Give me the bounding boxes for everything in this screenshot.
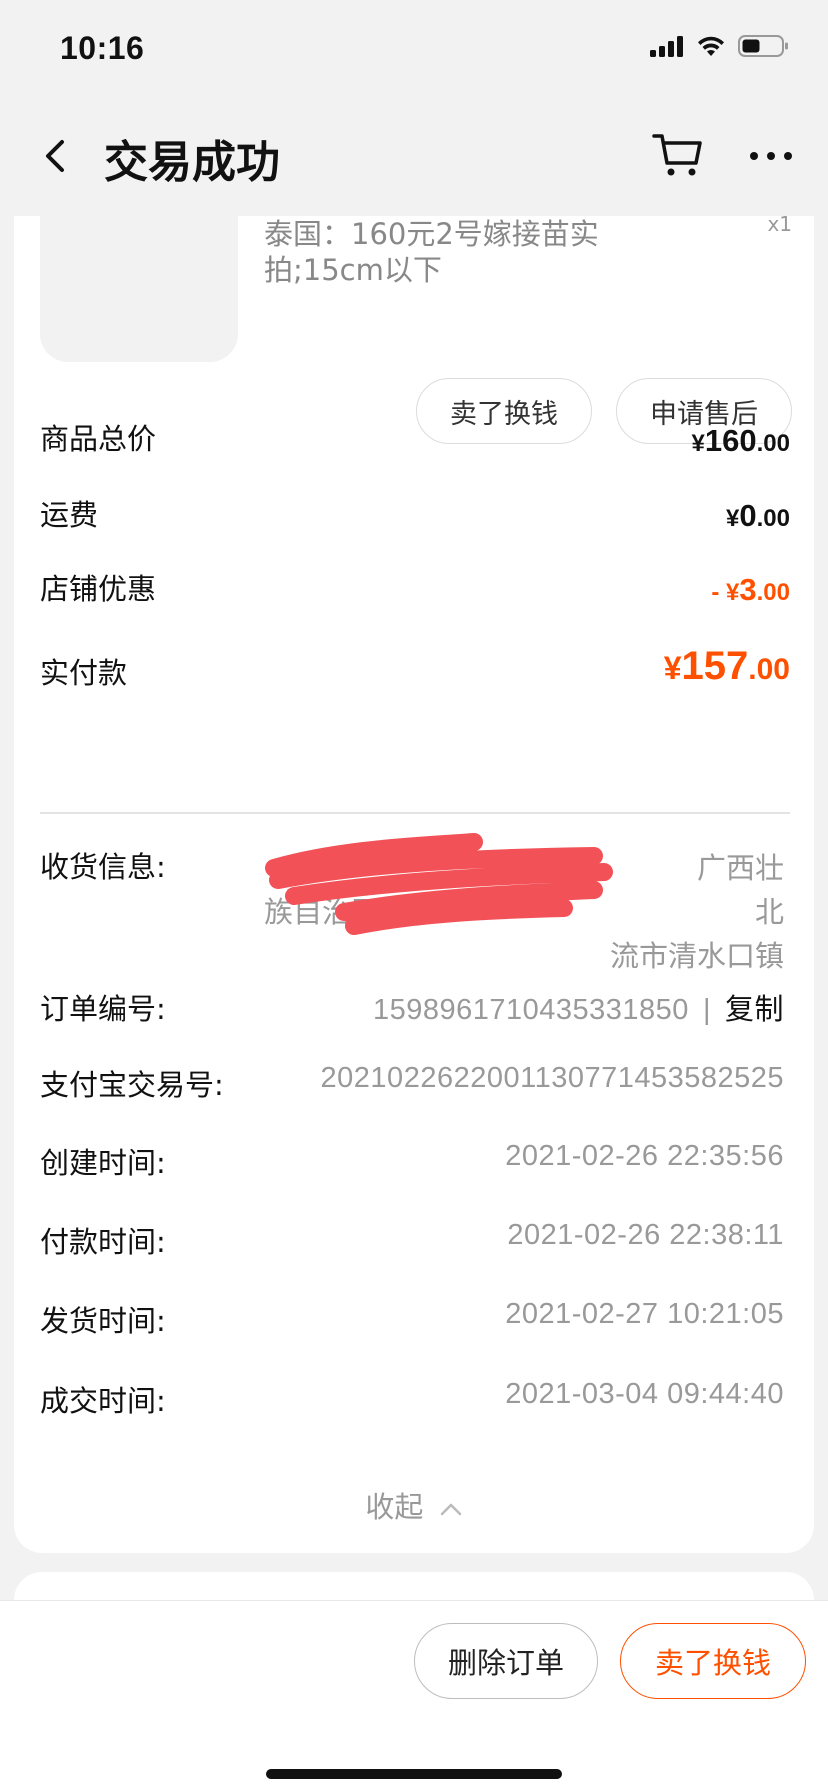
store-discount-value: - ¥3.00 bbox=[711, 572, 790, 607]
status-icons bbox=[650, 34, 790, 58]
created-time-value: 2021-02-26 22:35:56 bbox=[505, 1140, 784, 1172]
delete-order-button[interactable]: 删除订单 bbox=[414, 1623, 598, 1699]
shipping-info-label: 收货信息: bbox=[40, 850, 166, 884]
address-line-3: 流市清水口镇 bbox=[609, 939, 784, 973]
product-quantity: x1 bbox=[767, 212, 792, 236]
alipay-number-label: 支付宝交易号: bbox=[40, 1068, 224, 1102]
battery-icon bbox=[738, 35, 788, 57]
more-options-icon[interactable] bbox=[746, 136, 796, 176]
page-title: 交易成功 bbox=[104, 137, 280, 188]
shipping-fee-label: 运费 bbox=[40, 498, 99, 532]
divider bbox=[40, 812, 790, 814]
cellular-signal-icon bbox=[650, 36, 683, 57]
product-thumbnail[interactable] bbox=[40, 216, 238, 362]
total-price-value: ¥160.00 bbox=[691, 423, 790, 458]
shopping-cart-icon[interactable] bbox=[650, 130, 708, 180]
product-description[interactable]: 泰国：160元2号嫁接苗实拍;15cm以下 bbox=[264, 216, 664, 288]
completed-time-value: 2021-03-04 09:44:40 bbox=[505, 1378, 784, 1410]
paid-time-label: 付款时间: bbox=[40, 1225, 166, 1259]
collapse-toggle[interactable]: 收起 bbox=[14, 1484, 814, 1526]
home-indicator bbox=[266, 1769, 562, 1779]
created-time-label: 创建时间: bbox=[40, 1146, 166, 1180]
amount-paid-value: ¥157.00 bbox=[663, 644, 790, 688]
completed-time-label: 成交时间: bbox=[40, 1384, 166, 1418]
order-number-row: 1598961710435331850 | 复制 bbox=[373, 986, 784, 1028]
copy-separator: | bbox=[702, 994, 711, 1026]
order-number-value: 1598961710435331850 bbox=[372, 994, 689, 1026]
shipped-time-label: 发货时间: bbox=[40, 1304, 166, 1338]
total-price-label: 商品总价 bbox=[40, 422, 157, 456]
back-arrow-icon[interactable] bbox=[36, 134, 76, 178]
order-number-label: 订单编号: bbox=[40, 992, 166, 1026]
alipay-number-value: 2021022622001130771453582525 bbox=[320, 1062, 784, 1094]
collapse-label: 收起 bbox=[365, 1490, 424, 1524]
bottom-action-bar: 删除订单 卖了换钱 bbox=[0, 1600, 828, 1792]
status-time: 10:16 bbox=[60, 30, 145, 66]
paid-time-value: 2021-02-26 22:38:11 bbox=[507, 1219, 784, 1251]
wifi-icon bbox=[698, 36, 724, 56]
shipping-fee-value: ¥0.00 bbox=[726, 498, 790, 533]
order-detail-card: 泰国：160元2号嫁接苗实拍;15cm以下 x1 卖了换钱 申请售后 商品总价 … bbox=[14, 212, 814, 1553]
chevron-up-icon bbox=[440, 1503, 461, 1516]
copy-button[interactable]: 复制 bbox=[725, 994, 784, 1026]
nav-bar: 交易成功 bbox=[0, 100, 828, 216]
status-bar: 10:16 bbox=[0, 0, 828, 100]
store-discount-label: 店铺优惠 bbox=[40, 572, 157, 606]
sell-for-cash-button[interactable]: 卖了换钱 bbox=[620, 1623, 806, 1699]
item-sell-button[interactable]: 卖了换钱 bbox=[416, 378, 592, 444]
shipped-time-value: 2021-02-27 10:21:05 bbox=[505, 1298, 784, 1330]
redaction-scribble bbox=[265, 833, 613, 935]
amount-paid-label: 实付款 bbox=[40, 656, 128, 690]
